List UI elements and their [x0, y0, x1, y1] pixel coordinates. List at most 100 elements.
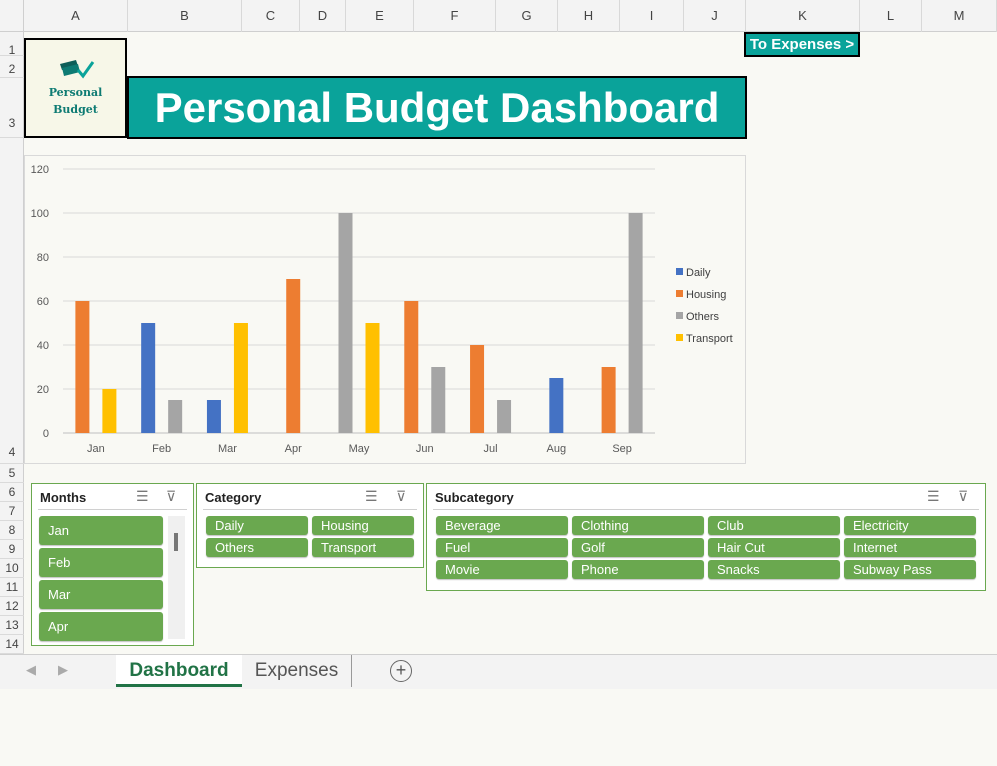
bar	[75, 301, 90, 433]
select-all-corner[interactable]	[0, 0, 24, 32]
row-header-14[interactable]: 14	[0, 635, 24, 654]
multi-select-icon[interactable]: ☰	[927, 488, 940, 505]
row-header-bar: 1 2 3 4 5 6 7 8 9 10 11 12 13 14	[0, 32, 24, 654]
multi-select-icon[interactable]: ☰	[365, 488, 378, 505]
row-header-1[interactable]: 1	[0, 38, 24, 57]
y-tick-label: 60	[37, 296, 49, 308]
legend-swatch	[676, 334, 683, 341]
sheet-tab-dashboard[interactable]: Dashboard	[116, 655, 242, 687]
legend-swatch	[676, 268, 683, 275]
x-tick-label: Sep	[612, 443, 632, 455]
column-header-f[interactable]: F	[414, 0, 496, 32]
sheet-tab-expenses[interactable]: Expenses	[242, 655, 352, 687]
slicer-item-clothing[interactable]: Clothing	[572, 516, 704, 535]
x-tick-label: Jun	[416, 443, 434, 455]
row-header-2[interactable]: 2	[0, 56, 24, 78]
y-tick-label: 80	[37, 252, 49, 264]
y-tick-label: 0	[43, 428, 49, 440]
slicer-item-phone[interactable]: Phone	[572, 560, 704, 579]
slicer-item-movie[interactable]: Movie	[436, 560, 568, 579]
bar	[286, 279, 301, 433]
chart-svg: 0 20 40 60 80 100 120 Jan Feb Mar Apr May Jun Jul Aug S…	[31, 164, 733, 455]
logo-box: Personal Budget	[24, 38, 127, 138]
bar	[365, 323, 380, 433]
bar	[601, 367, 616, 433]
add-sheet-button[interactable]: +	[390, 660, 412, 682]
multi-select-icon[interactable]: ☰	[136, 488, 149, 505]
column-header-h[interactable]: H	[558, 0, 620, 32]
slicer-item-beverage[interactable]: Beverage	[436, 516, 568, 535]
row-header-12[interactable]: 12	[0, 597, 24, 616]
slicer-item-internet[interactable]: Internet	[844, 538, 976, 557]
legend-swatch	[676, 290, 683, 297]
column-header-k[interactable]: K	[746, 0, 860, 32]
slicer-item-jan[interactable]: Jan	[39, 516, 163, 545]
slicer-item-electricity[interactable]: Electricity	[844, 516, 976, 535]
legend-swatch	[676, 312, 683, 319]
row-header-9[interactable]: 9	[0, 540, 24, 559]
slicer-item-feb[interactable]: Feb	[39, 548, 163, 577]
to-expenses-button[interactable]: To Expenses >	[744, 32, 860, 57]
column-header-m[interactable]: M	[922, 0, 997, 32]
slicer-item-subway-pass[interactable]: Subway Pass	[844, 560, 976, 579]
clear-filter-icon[interactable]: ⊽	[166, 488, 176, 505]
slicer-item-club[interactable]: Club	[708, 516, 840, 535]
bar	[338, 213, 353, 433]
logo-line-2: Budget	[53, 103, 98, 116]
subcategory-slicer-title: Subcategory	[435, 490, 514, 505]
dashboard-title: Personal Budget Dashboard	[127, 76, 747, 139]
row-header-6[interactable]: 6	[0, 483, 24, 502]
row-header-8[interactable]: 8	[0, 521, 24, 540]
slicer-item-daily[interactable]: Daily	[206, 516, 308, 535]
slicer-item-transport[interactable]: Transport	[312, 538, 414, 557]
slicer-item-snacks[interactable]: Snacks	[708, 560, 840, 579]
legend-entry: Housing	[686, 289, 726, 301]
x-tick-label: Jul	[484, 443, 498, 455]
row-header-4[interactable]: 4	[0, 138, 24, 464]
months-scrollbar-thumb[interactable]	[174, 533, 178, 551]
logo-line-1: Personal	[48, 86, 103, 99]
legend-entry: Transport	[686, 333, 733, 345]
months-scrollbar[interactable]	[168, 516, 185, 639]
slicer-item-fuel[interactable]: Fuel	[436, 538, 568, 557]
column-header-bar: A B C D E F G H I J K L M	[0, 0, 997, 32]
subcategory-slicer: Subcategory ☰ ⊽ Beverage Clothing Club E…	[426, 483, 986, 591]
x-tick-label: May	[349, 443, 370, 455]
column-header-c[interactable]: C	[242, 0, 300, 32]
row-header-10[interactable]: 10	[0, 559, 24, 578]
sheet-tab-bar: ◀ ▶ Dashboard Expenses +	[0, 654, 997, 689]
slicer-item-apr[interactable]: Apr	[39, 612, 163, 641]
months-slicer-title: Months	[40, 490, 87, 505]
slicer-item-mar[interactable]: Mar	[39, 580, 163, 609]
bar	[470, 345, 485, 433]
column-header-i[interactable]: I	[620, 0, 684, 32]
slicer-item-hair-cut[interactable]: Hair Cut	[708, 538, 840, 557]
bar	[141, 323, 156, 433]
months-slicer: Months ☰ ⊽ Jan Feb Mar Apr	[31, 483, 194, 646]
bar	[628, 213, 643, 433]
slicer-item-golf[interactable]: Golf	[572, 538, 704, 557]
column-header-a[interactable]: A	[24, 0, 128, 32]
clear-filter-icon[interactable]: ⊽	[396, 488, 406, 505]
column-header-j[interactable]: J	[684, 0, 746, 32]
x-tick-label: Aug	[547, 443, 567, 455]
column-header-l[interactable]: L	[860, 0, 922, 32]
x-tick-label: Apr	[285, 443, 302, 455]
column-header-d[interactable]: D	[300, 0, 346, 32]
row-header-5[interactable]: 5	[0, 464, 24, 483]
column-header-e[interactable]: E	[346, 0, 414, 32]
column-header-g[interactable]: G	[496, 0, 558, 32]
slicer-item-housing[interactable]: Housing	[312, 516, 414, 535]
row-header-11[interactable]: 11	[0, 578, 24, 597]
scroll-left-icon[interactable]: ◀	[26, 662, 36, 678]
bar	[404, 301, 419, 433]
column-header-b[interactable]: B	[128, 0, 242, 32]
y-tick-label: 40	[37, 340, 49, 352]
budget-chart[interactable]: 0 20 40 60 80 100 120 Jan Feb Mar Apr May Jun Jul Aug S…	[24, 155, 746, 464]
scroll-right-icon[interactable]: ▶	[58, 662, 68, 678]
row-header-7[interactable]: 7	[0, 502, 24, 521]
row-header-13[interactable]: 13	[0, 616, 24, 635]
clear-filter-icon[interactable]: ⊽	[958, 488, 968, 505]
slicer-item-others[interactable]: Others	[206, 538, 308, 557]
row-header-3[interactable]: 3	[0, 78, 24, 138]
